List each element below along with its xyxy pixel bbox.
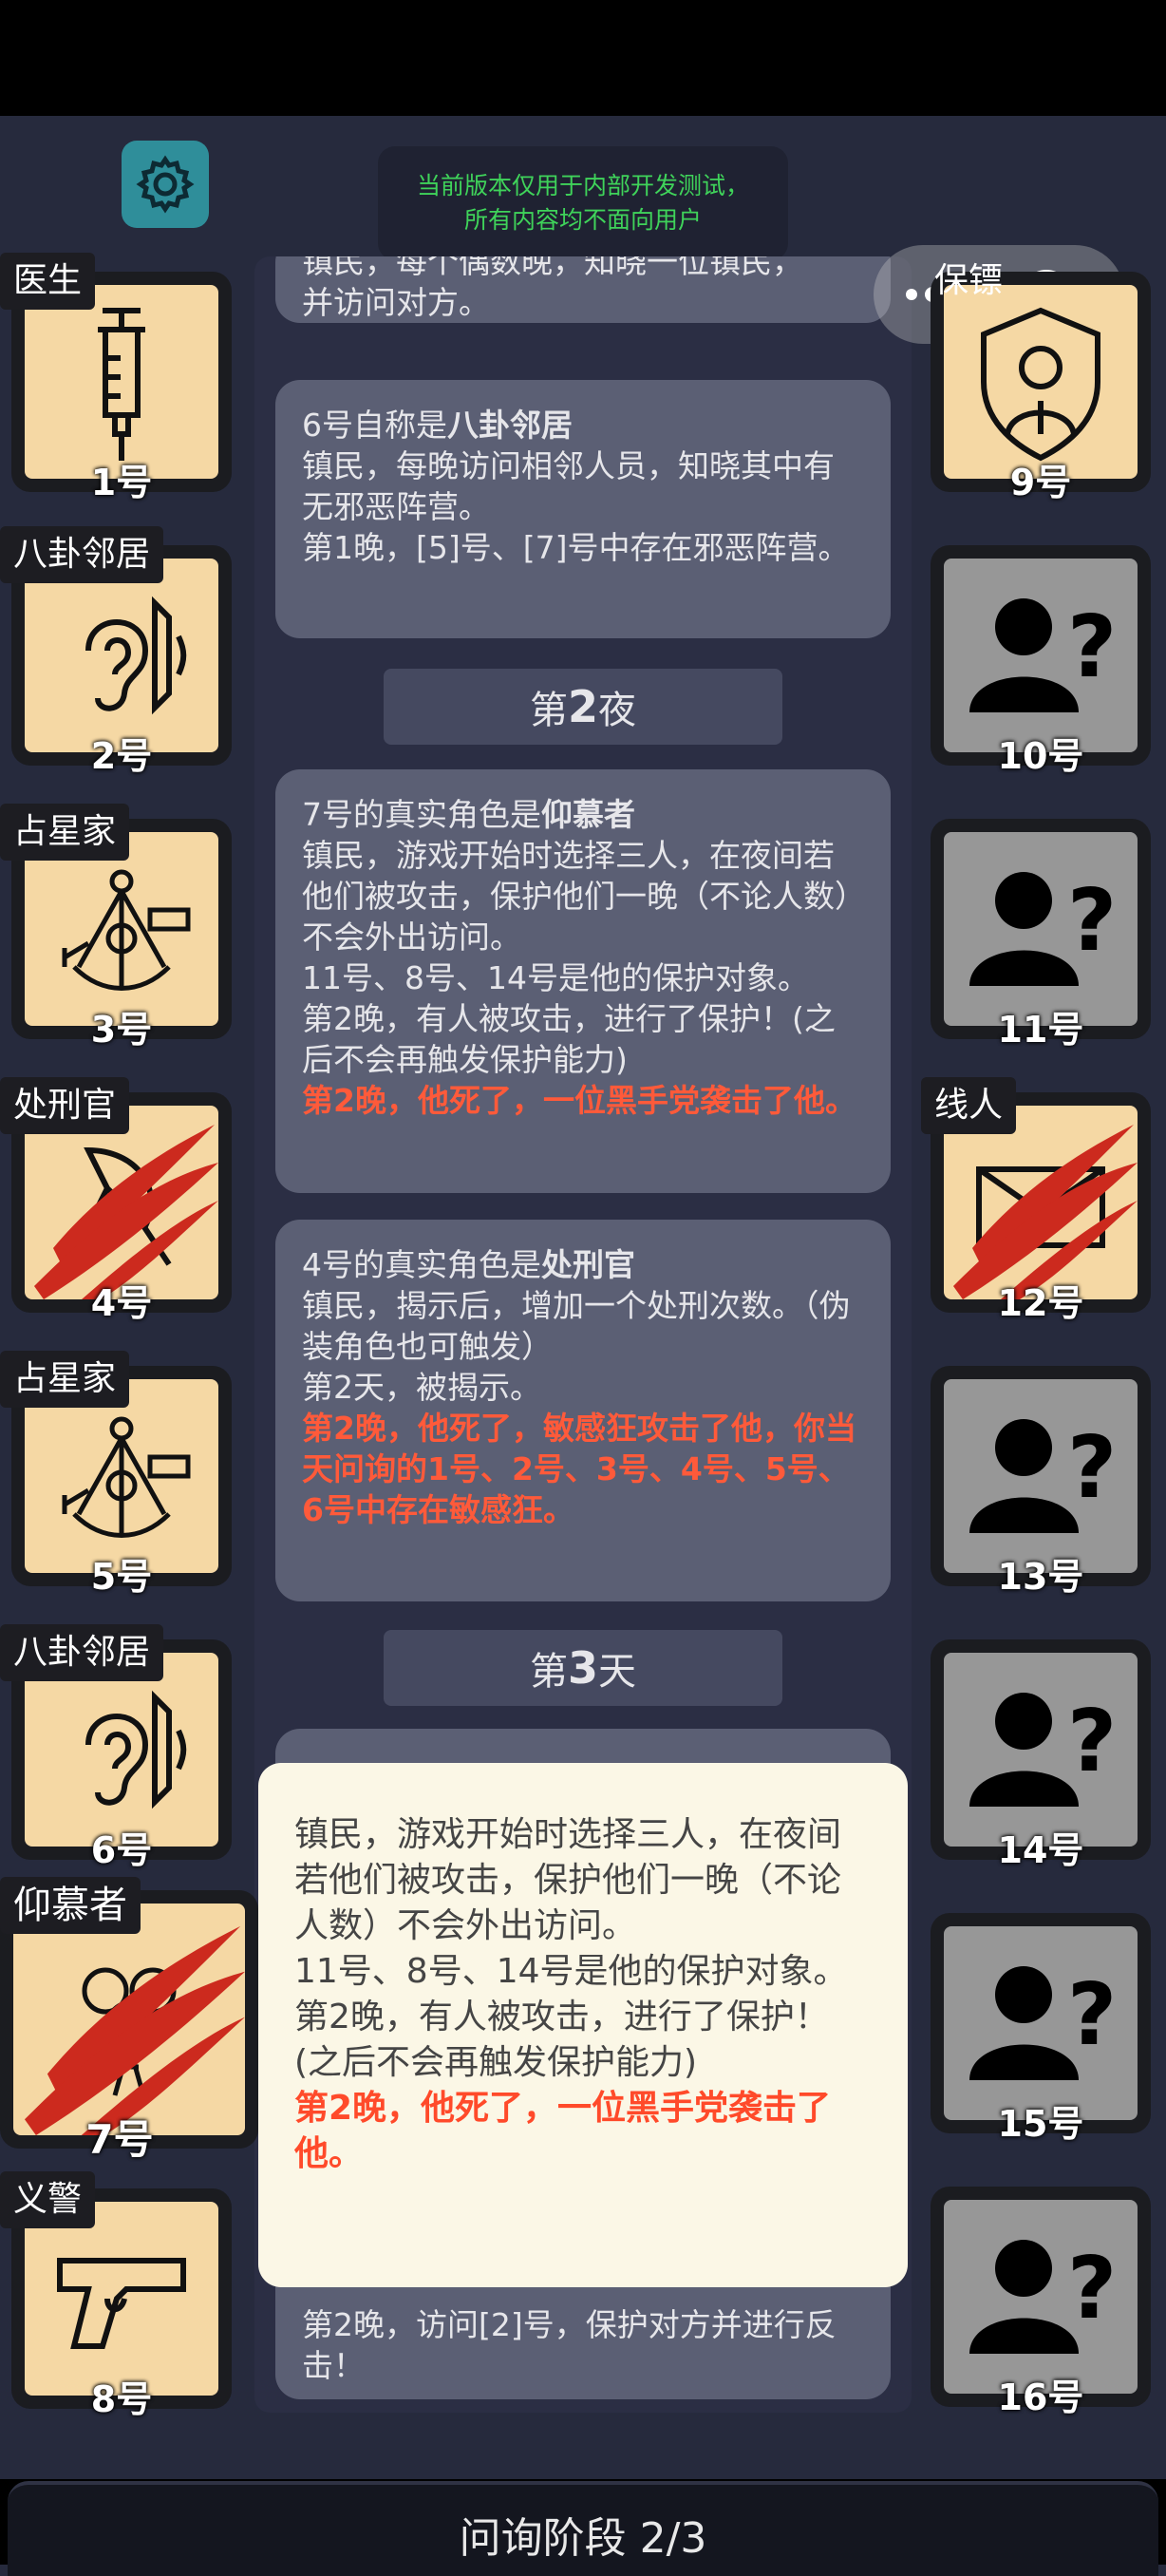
role-label: 占星家 (0, 1351, 130, 1408)
log-card: 4号的真实角色是处刑官 镇民，揭示后，增加一个处刑次数。（伪装角色也可触发） 第… (275, 1220, 891, 1601)
day-divider: 第3天 (384, 1630, 782, 1706)
player-number: 6号 (90, 1829, 153, 1871)
log-text: 11号、8号、14号是他的保护对象。 (302, 959, 809, 996)
log-card: 7号的真实角色是仰慕者 镇民，游戏开始时选择三人，在夜间若他们被攻击，保护他们一… (275, 769, 891, 1193)
divider-number: 3 (567, 1642, 598, 1694)
svg-text:?: ? (1067, 597, 1117, 697)
death-scratch-icon (24, 1925, 245, 2135)
role-name: 八卦邻居 (447, 407, 573, 444)
player-number: 5号 (90, 1556, 153, 1598)
status-bar (0, 0, 1166, 116)
role-label: 八卦邻居 (0, 526, 164, 583)
death-text: 第2晚，他死了，一位黑手党袭击了他。 (302, 1082, 856, 1119)
player-number: 9号 (1009, 462, 1072, 503)
death-text: 第2晚，他死了，敏感狂攻击了他，你当天问询的1号、2号、3号、4号、5号、6号中… (302, 1410, 856, 1528)
log-text: 镇民，游戏开始时选择三人，在夜间若他们被攻击，保护他们一晚（不论人数）不会外出访… (302, 837, 851, 956)
log-text: 第1晚，[5]号、[7]号中存在邪恶阵营。 (302, 529, 850, 566)
unknown-person-icon: ? (969, 1418, 1117, 1533)
divider-text: 第 (529, 689, 568, 732)
log-text: 镇民，每晚访问相邻人员，知晓其中有无邪恶阵营。 (302, 447, 835, 525)
player-number: 14号 (997, 1829, 1084, 1871)
log-text: 第2晚，访问[2]号，保护对方并进行反击！ (302, 2306, 837, 2384)
unknown-person-icon: ? (969, 2239, 1117, 2354)
role-info-popup[interactable]: 镇民，游戏开始时选择三人，在夜间若他们被攻击，保护他们一晚（不论人数）不会外出访… (258, 1763, 908, 2287)
player-number: 1号 (90, 462, 153, 503)
role-label: 义警 (0, 2171, 96, 2228)
syringe-icon (98, 308, 145, 461)
log-text: 并访问对方。 (302, 284, 490, 321)
popup-text: 第2晚，有人被攻击，进行了保护！(之后不会再触发保护能力) (294, 1998, 829, 2082)
dev-notice: 当前版本仅用于内部开发测试， 所有内容均不面向用户 (378, 146, 788, 260)
role-label: 处刑官 (0, 1077, 130, 1134)
popup-death-text: 第2晚，他死了，一位黑手党袭击了他。 (294, 2089, 832, 2173)
role-label: 医生 (0, 253, 96, 310)
player-number: 16号 (997, 2377, 1084, 2418)
unknown-person-icon: ? (969, 1692, 1117, 1807)
log-text: 4号的真实角色是 (302, 1246, 541, 1283)
divider-text: 夜 (598, 689, 636, 732)
popup-text: 11号、8号、14号是他的保护对象。 (294, 1952, 848, 1991)
settings-button[interactable] (122, 141, 209, 228)
role-label: 保镖 (934, 261, 1004, 300)
role-name: 仰慕者 (541, 796, 635, 833)
notice-line-2: 所有内容均不面向用户 (463, 206, 702, 234)
player-number: 8号 (90, 2378, 153, 2420)
bodyguard-shield-icon (981, 307, 1100, 462)
gear-icon (136, 155, 195, 214)
sextant-icon (62, 869, 191, 991)
player-slot[interactable]: ? 15号 (931, 1913, 1151, 2145)
role-label: 仰慕者 (0, 1877, 141, 1934)
player-number: 7号 (85, 2116, 154, 2163)
player-number: 15号 (997, 2103, 1084, 2145)
player-slot[interactable]: ? 11号 (931, 819, 1151, 1051)
unknown-person-icon: ? (969, 1965, 1117, 2080)
role-name: 处刑官 (541, 1246, 635, 1283)
player-number: 11号 (997, 1009, 1084, 1051)
role-label: 线人 (921, 1077, 1017, 1134)
pistol-icon (57, 2258, 186, 2349)
divider-text: 天 (598, 1650, 636, 1694)
divider-text: 第 (529, 1650, 568, 1694)
log-text: 镇民，揭示后，增加一个处刑次数。（伪装角色也可触发） (302, 1287, 851, 1365)
unknown-person-icon: ? (969, 597, 1117, 712)
player-number: 4号 (90, 1282, 153, 1324)
player-slot[interactable]: ? 14号 (931, 1639, 1151, 1871)
notice-line-1: 当前版本仅用于内部开发测试， (416, 172, 749, 199)
svg-text:?: ? (1067, 2239, 1117, 2339)
player-number: 12号 (997, 1282, 1084, 1324)
night-divider: 第2夜 (384, 669, 782, 745)
unknown-person-icon: ? (969, 871, 1117, 986)
divider-number: 2 (567, 681, 598, 732)
player-slot[interactable]: ? 10号 (931, 545, 1151, 777)
role-label: 占星家 (0, 804, 130, 861)
log-text: 6号自称是 (302, 407, 447, 444)
log-card: 镇民，每个偶数晚，知晓一位镇民， 并访问对方。 (275, 256, 891, 323)
ear-icon (85, 1690, 187, 1809)
player-number: 10号 (997, 735, 1084, 777)
phase-label: 问询阶段 2/3 (459, 2514, 707, 2563)
player-number: 2号 (90, 735, 153, 777)
log-card: 6号自称是八卦邻居 镇民，每晚访问相邻人员，知晓其中有无邪恶阵营。 第1晚，[5… (275, 380, 891, 638)
player-number: 3号 (90, 1009, 153, 1051)
death-scratch-icon (34, 1125, 218, 1299)
ear-icon (85, 596, 187, 715)
log-text: 7号的真实角色是 (302, 796, 541, 833)
phase-indicator: 问询阶段 2/3 (8, 2481, 1158, 2576)
role-label: 八卦邻居 (0, 1624, 164, 1681)
svg-text:?: ? (1067, 1418, 1117, 1518)
svg-text:?: ? (1067, 1965, 1117, 2065)
player-number: 13号 (997, 1556, 1084, 1598)
death-scratch-icon (953, 1125, 1138, 1299)
log-text: 第2晚，有人被攻击，进行了保护！(之后不会再触发保护能力) (302, 1000, 836, 1078)
svg-text:?: ? (1067, 1692, 1117, 1791)
sextant-icon (62, 1416, 191, 1538)
log-text: 第2天，被揭示。 (302, 1369, 541, 1406)
player-slot[interactable]: ? 13号 (931, 1366, 1151, 1598)
log-text: 镇民，每个偶数晚，知晓一位镇民， (302, 256, 803, 280)
popup-text: 镇民，游戏开始时选择三人，在夜间若他们被攻击，保护他们一晚（不论人数）不会外出访… (294, 1815, 842, 1945)
player-slot[interactable]: ? 16号 (931, 2187, 1151, 2418)
svg-text:?: ? (1067, 871, 1117, 971)
